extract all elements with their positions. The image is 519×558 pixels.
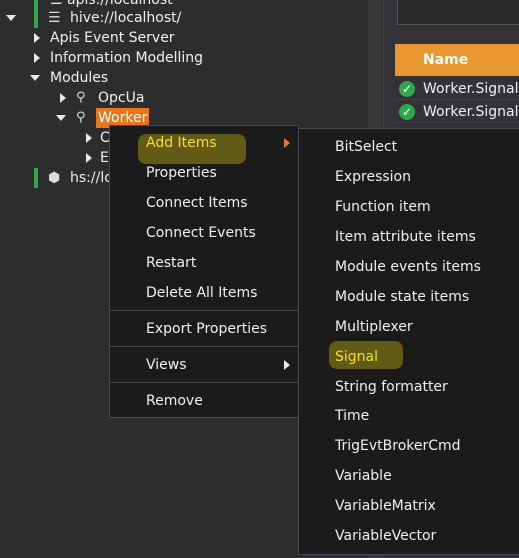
collapse-icon[interactable] (6, 15, 16, 21)
menu-item-label: Variable (335, 468, 392, 484)
expand-icon[interactable] (86, 133, 92, 143)
submenu-item-variable[interactable]: Variable (299, 462, 519, 490)
tree-item-label: hive://localhost/ (70, 10, 182, 26)
menu-item-connect-events[interactable]: Connect Events (110, 219, 298, 247)
submenu-arrow-icon (284, 138, 290, 148)
menu-item-label: Delete All Items (146, 285, 258, 301)
submenu-arrow-icon (284, 360, 290, 370)
server-icon: ☰ (48, 10, 61, 26)
menu-item-label: Signal (335, 349, 379, 365)
menu-item-label: Add Items (146, 135, 217, 151)
submenu-item-variablevector[interactable]: VariableVector (299, 522, 519, 550)
module-icon: ⚲ (76, 110, 86, 125)
table-row[interactable]: ✓ Worker.Signal1 (395, 78, 519, 100)
menu-item-label: VariableVector (335, 528, 437, 544)
connection-status-bar (34, 8, 38, 28)
menu-item-remove[interactable]: Remove (110, 387, 298, 415)
grid-column-name-header[interactable]: Name (395, 44, 519, 76)
menu-item-label: Multiplexer (335, 319, 413, 335)
tree-item-hive-localhost[interactable]: ☰ hive://localhost/ (4, 8, 204, 28)
tree-item-label: OpcUa (98, 90, 145, 106)
menu-item-connect-items[interactable]: Connect Items (110, 189, 298, 217)
status-ok-icon: ✓ (399, 81, 415, 97)
tree-item-opcua[interactable]: ⚲ OpcUa (58, 88, 258, 108)
menu-item-label: Time (335, 408, 370, 424)
menu-item-label: TrigEvtBrokerCmd (335, 438, 461, 454)
submenu-item-function-item[interactable]: Function item (299, 193, 519, 221)
submenu-item-module-events-items[interactable]: Module events items (299, 253, 519, 281)
submenu-item-variablematrix[interactable]: VariableMatrix (299, 492, 519, 520)
menu-item-label: BitSelect (335, 139, 398, 155)
expand-icon[interactable] (34, 33, 40, 43)
submenu-item-signal[interactable]: Signal (299, 343, 519, 371)
tree-item-label: Information Modelling (50, 50, 204, 66)
tree-item-label: E (100, 150, 109, 166)
submenu-item-expression[interactable]: Expression (299, 163, 519, 191)
submenu-item-string-formatter[interactable]: String formatter (299, 373, 519, 401)
add-items-submenu: BitSelect Expression Function item Item … (298, 128, 519, 555)
menu-item-label: String formatter (335, 379, 448, 395)
grid-cell-name: Worker.Signal2 (423, 104, 519, 120)
tree-item-label: apis://localhost (67, 0, 173, 8)
menu-separator (110, 310, 298, 311)
grid-cell-name: Worker.Signal1 (423, 81, 519, 97)
collapse-icon[interactable] (56, 115, 66, 121)
menu-item-label: Expression (335, 169, 411, 185)
submenu-item-time[interactable]: Time (299, 402, 519, 430)
menu-item-properties[interactable]: Properties (110, 159, 298, 187)
menu-item-restart[interactable]: Restart (110, 249, 298, 277)
menu-separator (110, 346, 298, 347)
tree-item-label: Modules (50, 70, 109, 86)
menu-item-delete-all-items[interactable]: Delete All Items (110, 279, 298, 307)
tree-item-apis-event-server[interactable]: Apis Event Server (32, 28, 232, 48)
module-icon: ⚲ (76, 90, 86, 105)
menu-item-views[interactable]: Views (110, 351, 298, 379)
menu-item-label: VariableMatrix (335, 498, 436, 514)
menu-item-label: Views (146, 357, 187, 373)
submenu-item-item-attribute-items[interactable]: Item attribute items (299, 223, 519, 251)
tree-item-label: hs://lo (70, 170, 113, 186)
expand-icon[interactable] (60, 93, 66, 103)
menu-item-label: Connect Events (146, 225, 256, 241)
menu-item-label: Connect Items (146, 195, 248, 211)
submenu-item-bitselect[interactable]: BitSelect (299, 133, 519, 161)
menu-item-label: Module state items (335, 289, 470, 305)
menu-item-label: Properties (146, 165, 217, 181)
server-icon: ☰ (50, 0, 63, 8)
collapse-icon[interactable] (30, 75, 40, 81)
table-row[interactable]: ✓ Worker.Signal2 (395, 101, 519, 123)
menu-item-export-properties[interactable]: Export Properties (110, 315, 298, 343)
menu-item-add-items[interactable]: Add Items (110, 129, 298, 157)
expand-icon[interactable] (86, 153, 92, 163)
menu-item-label: Remove (146, 393, 203, 409)
connection-status-bar (34, 168, 38, 188)
context-menu: Add Items Properties Connect Items Conne… (109, 125, 299, 418)
menu-item-label: Item attribute items (335, 229, 476, 245)
menu-separator (110, 382, 298, 383)
tree-item-label: Apis Event Server (50, 30, 175, 46)
submenu-item-module-state-items[interactable]: Module state items (299, 283, 519, 311)
expand-icon[interactable] (34, 53, 40, 63)
submenu-item-multiplexer[interactable]: Multiplexer (299, 313, 519, 341)
tree-item-modules[interactable]: Modules (30, 68, 230, 88)
menu-item-label: Export Properties (146, 321, 268, 337)
hex-server-icon: ⬢ (48, 170, 61, 186)
menu-item-label: Function item (335, 199, 431, 215)
menu-item-label: Module events items (335, 259, 481, 275)
submenu-item-trigevtbrokercmd[interactable]: TrigEvtBrokerCmd (299, 432, 519, 460)
top-tab-strip (397, 0, 519, 25)
status-ok-icon: ✓ (399, 104, 415, 120)
tree-item-information-modelling[interactable]: Information Modelling (32, 48, 252, 68)
menu-item-label: Restart (146, 255, 197, 271)
